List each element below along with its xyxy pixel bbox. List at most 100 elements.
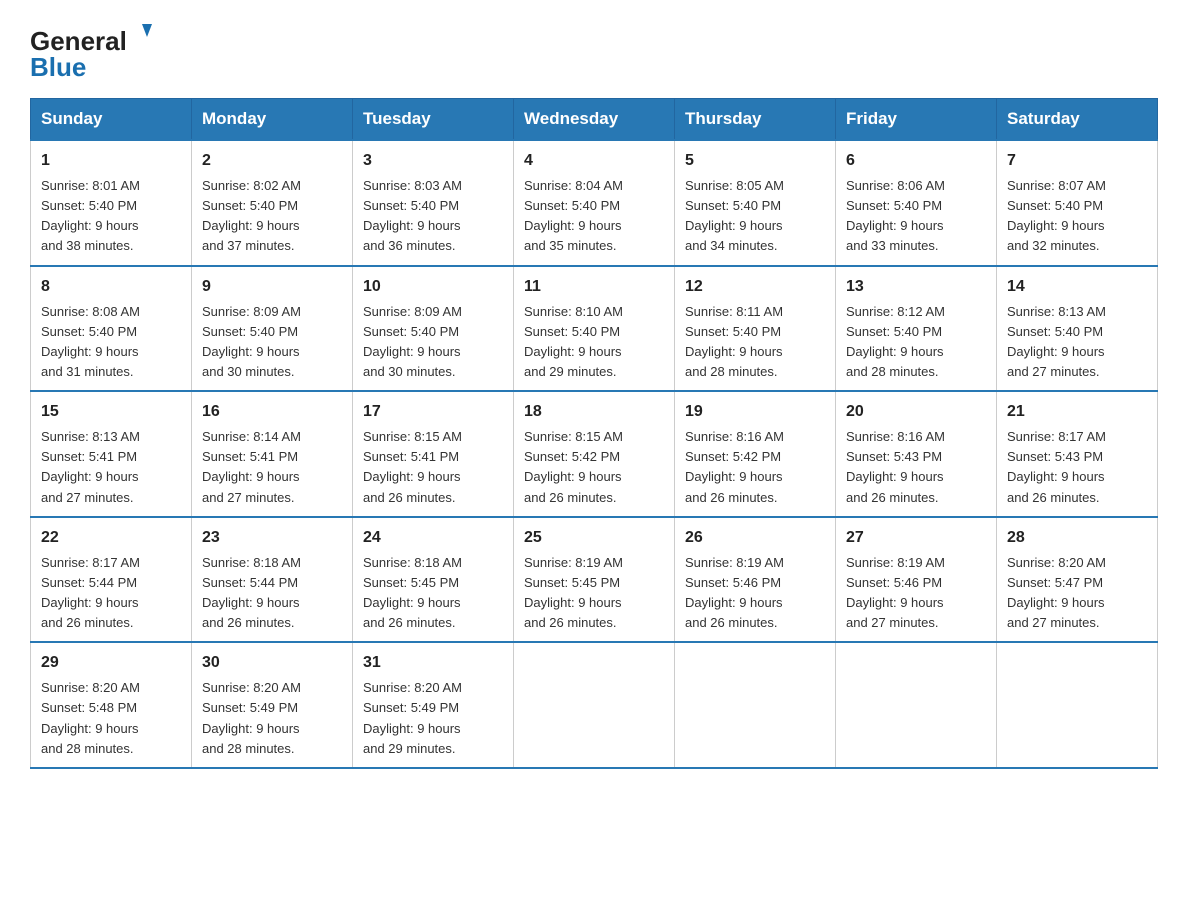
- day-info: Sunrise: 8:20 AMSunset: 5:49 PMDaylight:…: [363, 680, 462, 755]
- day-info: Sunrise: 8:08 AMSunset: 5:40 PMDaylight:…: [41, 304, 140, 379]
- calendar-cell: 7 Sunrise: 8:07 AMSunset: 5:40 PMDayligh…: [997, 140, 1158, 266]
- day-info: Sunrise: 8:18 AMSunset: 5:45 PMDaylight:…: [363, 555, 462, 630]
- calendar-cell: 11 Sunrise: 8:10 AMSunset: 5:40 PMDaylig…: [514, 266, 675, 392]
- day-info: Sunrise: 8:17 AMSunset: 5:44 PMDaylight:…: [41, 555, 140, 630]
- calendar-cell: 17 Sunrise: 8:15 AMSunset: 5:41 PMDaylig…: [353, 391, 514, 517]
- calendar-cell: 10 Sunrise: 8:09 AMSunset: 5:40 PMDaylig…: [353, 266, 514, 392]
- calendar-cell: 23 Sunrise: 8:18 AMSunset: 5:44 PMDaylig…: [192, 517, 353, 643]
- day-number: 21: [1007, 400, 1147, 424]
- day-number: 2: [202, 149, 342, 173]
- day-info: Sunrise: 8:09 AMSunset: 5:40 PMDaylight:…: [202, 304, 301, 379]
- calendar-cell: 16 Sunrise: 8:14 AMSunset: 5:41 PMDaylig…: [192, 391, 353, 517]
- day-of-week-header: Thursday: [675, 99, 836, 141]
- day-info: Sunrise: 8:07 AMSunset: 5:40 PMDaylight:…: [1007, 178, 1106, 253]
- day-info: Sunrise: 8:05 AMSunset: 5:40 PMDaylight:…: [685, 178, 784, 253]
- calendar-cell: 28 Sunrise: 8:20 AMSunset: 5:47 PMDaylig…: [997, 517, 1158, 643]
- calendar-header-row: SundayMondayTuesdayWednesdayThursdayFrid…: [31, 99, 1158, 141]
- day-info: Sunrise: 8:20 AMSunset: 5:48 PMDaylight:…: [41, 680, 140, 755]
- day-number: 24: [363, 526, 503, 550]
- logo-svg: General Blue: [30, 20, 160, 80]
- calendar-cell: 24 Sunrise: 8:18 AMSunset: 5:45 PMDaylig…: [353, 517, 514, 643]
- day-info: Sunrise: 8:17 AMSunset: 5:43 PMDaylight:…: [1007, 429, 1106, 504]
- day-info: Sunrise: 8:20 AMSunset: 5:49 PMDaylight:…: [202, 680, 301, 755]
- day-of-week-header: Tuesday: [353, 99, 514, 141]
- day-number: 11: [524, 275, 664, 299]
- calendar-cell: 12 Sunrise: 8:11 AMSunset: 5:40 PMDaylig…: [675, 266, 836, 392]
- day-of-week-header: Monday: [192, 99, 353, 141]
- day-info: Sunrise: 8:15 AMSunset: 5:41 PMDaylight:…: [363, 429, 462, 504]
- day-info: Sunrise: 8:16 AMSunset: 5:43 PMDaylight:…: [846, 429, 945, 504]
- calendar-week-row: 8 Sunrise: 8:08 AMSunset: 5:40 PMDayligh…: [31, 266, 1158, 392]
- day-number: 18: [524, 400, 664, 424]
- day-info: Sunrise: 8:13 AMSunset: 5:41 PMDaylight:…: [41, 429, 140, 504]
- calendar-cell: [836, 642, 997, 768]
- day-number: 31: [363, 651, 503, 675]
- day-number: 25: [524, 526, 664, 550]
- day-number: 5: [685, 149, 825, 173]
- day-number: 13: [846, 275, 986, 299]
- calendar-cell: 4 Sunrise: 8:04 AMSunset: 5:40 PMDayligh…: [514, 140, 675, 266]
- calendar-cell: 26 Sunrise: 8:19 AMSunset: 5:46 PMDaylig…: [675, 517, 836, 643]
- day-number: 6: [846, 149, 986, 173]
- day-number: 30: [202, 651, 342, 675]
- day-number: 26: [685, 526, 825, 550]
- day-info: Sunrise: 8:12 AMSunset: 5:40 PMDaylight:…: [846, 304, 945, 379]
- calendar-week-row: 15 Sunrise: 8:13 AMSunset: 5:41 PMDaylig…: [31, 391, 1158, 517]
- calendar-cell: 8 Sunrise: 8:08 AMSunset: 5:40 PMDayligh…: [31, 266, 192, 392]
- calendar-cell: 1 Sunrise: 8:01 AMSunset: 5:40 PMDayligh…: [31, 140, 192, 266]
- day-info: Sunrise: 8:13 AMSunset: 5:40 PMDaylight:…: [1007, 304, 1106, 379]
- calendar-week-row: 1 Sunrise: 8:01 AMSunset: 5:40 PMDayligh…: [31, 140, 1158, 266]
- day-info: Sunrise: 8:10 AMSunset: 5:40 PMDaylight:…: [524, 304, 623, 379]
- calendar-cell: 30 Sunrise: 8:20 AMSunset: 5:49 PMDaylig…: [192, 642, 353, 768]
- calendar-cell: 31 Sunrise: 8:20 AMSunset: 5:49 PMDaylig…: [353, 642, 514, 768]
- day-number: 17: [363, 400, 503, 424]
- calendar-cell: 6 Sunrise: 8:06 AMSunset: 5:40 PMDayligh…: [836, 140, 997, 266]
- day-number: 1: [41, 149, 181, 173]
- day-number: 22: [41, 526, 181, 550]
- day-info: Sunrise: 8:19 AMSunset: 5:46 PMDaylight:…: [685, 555, 784, 630]
- calendar-cell: 13 Sunrise: 8:12 AMSunset: 5:40 PMDaylig…: [836, 266, 997, 392]
- calendar-cell: 15 Sunrise: 8:13 AMSunset: 5:41 PMDaylig…: [31, 391, 192, 517]
- day-number: 16: [202, 400, 342, 424]
- day-info: Sunrise: 8:04 AMSunset: 5:40 PMDaylight:…: [524, 178, 623, 253]
- day-of-week-header: Saturday: [997, 99, 1158, 141]
- day-number: 19: [685, 400, 825, 424]
- calendar-cell: 20 Sunrise: 8:16 AMSunset: 5:43 PMDaylig…: [836, 391, 997, 517]
- calendar-table: SundayMondayTuesdayWednesdayThursdayFrid…: [30, 98, 1158, 769]
- svg-text:Blue: Blue: [30, 52, 86, 80]
- day-of-week-header: Wednesday: [514, 99, 675, 141]
- day-number: 8: [41, 275, 181, 299]
- calendar-week-row: 22 Sunrise: 8:17 AMSunset: 5:44 PMDaylig…: [31, 517, 1158, 643]
- day-number: 20: [846, 400, 986, 424]
- calendar-cell: [997, 642, 1158, 768]
- day-number: 3: [363, 149, 503, 173]
- calendar-cell: 5 Sunrise: 8:05 AMSunset: 5:40 PMDayligh…: [675, 140, 836, 266]
- day-info: Sunrise: 8:16 AMSunset: 5:42 PMDaylight:…: [685, 429, 784, 504]
- day-number: 9: [202, 275, 342, 299]
- day-number: 14: [1007, 275, 1147, 299]
- logo: General Blue: [30, 20, 160, 80]
- day-of-week-header: Sunday: [31, 99, 192, 141]
- day-number: 4: [524, 149, 664, 173]
- calendar-cell: 25 Sunrise: 8:19 AMSunset: 5:45 PMDaylig…: [514, 517, 675, 643]
- day-number: 29: [41, 651, 181, 675]
- calendar-cell: 19 Sunrise: 8:16 AMSunset: 5:42 PMDaylig…: [675, 391, 836, 517]
- day-info: Sunrise: 8:14 AMSunset: 5:41 PMDaylight:…: [202, 429, 301, 504]
- day-info: Sunrise: 8:19 AMSunset: 5:45 PMDaylight:…: [524, 555, 623, 630]
- day-number: 28: [1007, 526, 1147, 550]
- day-info: Sunrise: 8:06 AMSunset: 5:40 PMDaylight:…: [846, 178, 945, 253]
- day-number: 23: [202, 526, 342, 550]
- day-info: Sunrise: 8:03 AMSunset: 5:40 PMDaylight:…: [363, 178, 462, 253]
- page-header: General Blue: [30, 20, 1158, 80]
- day-info: Sunrise: 8:02 AMSunset: 5:40 PMDaylight:…: [202, 178, 301, 253]
- calendar-cell: 29 Sunrise: 8:20 AMSunset: 5:48 PMDaylig…: [31, 642, 192, 768]
- logo-brand: General Blue: [30, 20, 160, 80]
- calendar-cell: 27 Sunrise: 8:19 AMSunset: 5:46 PMDaylig…: [836, 517, 997, 643]
- calendar-cell: 21 Sunrise: 8:17 AMSunset: 5:43 PMDaylig…: [997, 391, 1158, 517]
- calendar-cell: 22 Sunrise: 8:17 AMSunset: 5:44 PMDaylig…: [31, 517, 192, 643]
- calendar-cell: 14 Sunrise: 8:13 AMSunset: 5:40 PMDaylig…: [997, 266, 1158, 392]
- day-number: 7: [1007, 149, 1147, 173]
- day-number: 15: [41, 400, 181, 424]
- calendar-cell: 3 Sunrise: 8:03 AMSunset: 5:40 PMDayligh…: [353, 140, 514, 266]
- day-info: Sunrise: 8:19 AMSunset: 5:46 PMDaylight:…: [846, 555, 945, 630]
